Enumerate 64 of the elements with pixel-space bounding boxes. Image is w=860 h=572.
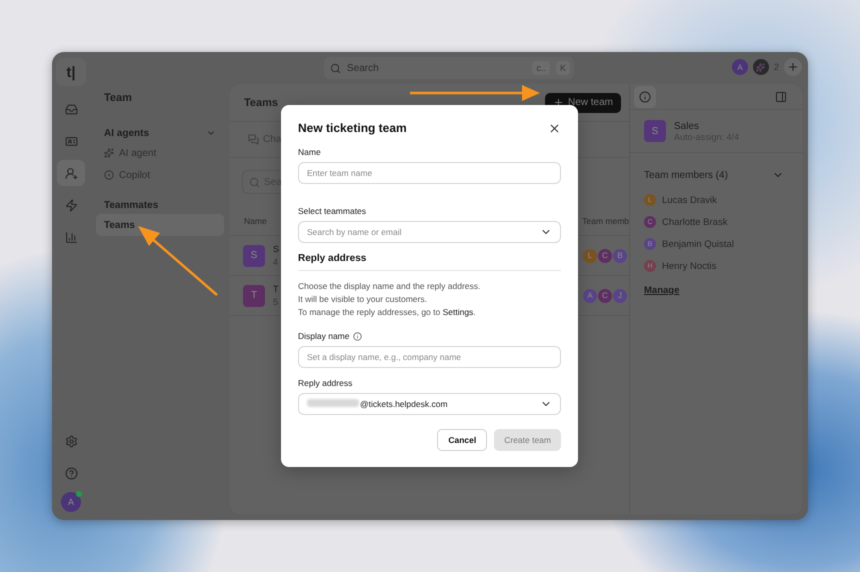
team-name: Sales bbox=[674, 120, 700, 132]
side-panel-icon bbox=[775, 90, 787, 102]
field-label: Display name bbox=[298, 331, 350, 341]
team-icon bbox=[64, 166, 78, 180]
member-avatar: A bbox=[583, 288, 597, 302]
member-name: Benjamin Quistal bbox=[662, 238, 734, 250]
agent-avatar[interactable] bbox=[752, 59, 769, 75]
team-name: T bbox=[273, 284, 278, 294]
team-avatar: S bbox=[644, 120, 666, 142]
sidebar-title: Team bbox=[103, 92, 133, 104]
info-button[interactable] bbox=[634, 86, 656, 108]
description-text: Choose the display name and the reply address. bbox=[298, 280, 482, 293]
member-name: Lucas Dravik bbox=[662, 194, 717, 206]
contact-card-icon bbox=[64, 134, 78, 148]
member-avatar: C bbox=[598, 288, 612, 302]
team-avatar: T bbox=[243, 284, 265, 306]
manage-link[interactable]: Manage bbox=[630, 277, 694, 304]
description-text: It will be visible to your customers. bbox=[298, 293, 428, 306]
field-label: Name bbox=[298, 147, 322, 157]
field-label: Select teammates bbox=[298, 206, 368, 216]
circle-icon bbox=[104, 170, 114, 180]
description-text: To manage the reply addresses, go to Settings. bbox=[298, 306, 477, 319]
member-avatar: L bbox=[583, 248, 597, 262]
team-name: S bbox=[273, 244, 280, 254]
sparkle-icon bbox=[104, 148, 114, 158]
sidebar-group[interactable]: Teammates bbox=[96, 196, 224, 214]
plus-icon bbox=[787, 61, 799, 73]
input-field[interactable]: Enter team name bbox=[298, 162, 561, 184]
bar-chart-icon bbox=[64, 230, 78, 244]
chat-icon bbox=[248, 134, 259, 145]
page-title: Teams bbox=[244, 96, 278, 108]
info-icon bbox=[639, 90, 651, 102]
section-heading: Reply address bbox=[298, 253, 561, 271]
member-name: Henry Noctis bbox=[662, 260, 716, 272]
member-avatar: J bbox=[613, 288, 627, 302]
member-avatar: C bbox=[598, 248, 612, 262]
dialog-title: New ticketing team bbox=[298, 121, 407, 135]
logo: t| bbox=[56, 58, 86, 86]
lightning-icon bbox=[64, 198, 78, 212]
teammates-select[interactable]: Search by name or email bbox=[298, 221, 561, 243]
settings-icon bbox=[64, 434, 78, 448]
user-avatar[interactable]: A bbox=[732, 59, 748, 75]
member-name: Charlotte Brask bbox=[662, 216, 728, 228]
sidebar-group[interactable]: AI agents bbox=[96, 124, 224, 142]
nav-button[interactable] bbox=[57, 160, 85, 186]
sidebar-item[interactable]: Teams bbox=[96, 214, 224, 236]
add-button[interactable] bbox=[784, 58, 802, 76]
member-avatar: B bbox=[613, 248, 627, 262]
help-icon bbox=[64, 466, 78, 480]
user-avatar[interactable]: A bbox=[61, 492, 81, 512]
column-header: Team memb bbox=[582, 216, 629, 226]
search-icon bbox=[249, 176, 260, 188]
search-icon bbox=[330, 62, 341, 74]
close-icon[interactable] bbox=[548, 122, 561, 134]
members-header[interactable]: Team members (4) bbox=[630, 153, 802, 189]
plus-icon bbox=[552, 97, 564, 108]
reply-address-select[interactable]: @tickets.helpdesk.com bbox=[298, 393, 561, 415]
cancel-button[interactable]: Cancel bbox=[437, 429, 488, 451]
column-header: Name bbox=[244, 216, 267, 226]
inbox-icon bbox=[64, 102, 78, 116]
field-label: Reply address bbox=[298, 378, 354, 388]
info-icon bbox=[352, 332, 362, 340]
input-field[interactable]: Set a display name, e.g., company name bbox=[298, 346, 561, 368]
team-avatar: S bbox=[243, 244, 265, 266]
